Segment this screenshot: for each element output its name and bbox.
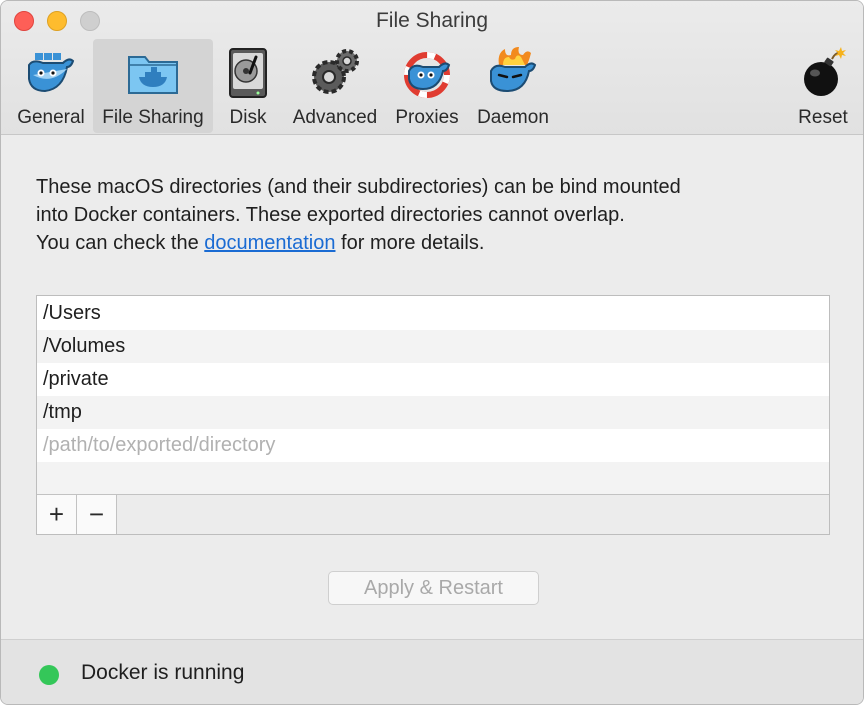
folder-whale-icon	[128, 56, 178, 94]
tab-general-label: General	[17, 107, 85, 128]
list-controls: + −	[37, 494, 829, 534]
description-line-2: into Docker containers. These exported d…	[36, 204, 625, 226]
new-directory-placeholder[interactable]: /path/to/exported/directory	[37, 429, 829, 462]
status-text: Docker is running	[81, 661, 245, 684]
apply-restart-button[interactable]: Apply & Restart	[328, 571, 539, 605]
directory-rows: /Users /Volumes /private /tmp /path/to/e…	[37, 297, 829, 495]
status-bar: Docker is running	[1, 639, 863, 704]
tab-advanced-label: Advanced	[292, 107, 378, 128]
tab-daemon[interactable]: Daemon	[473, 39, 553, 133]
reset-button[interactable]: Reset	[791, 39, 855, 133]
bomb-icon	[804, 47, 846, 96]
description-text: These macOS directories (and their subdi…	[36, 173, 836, 257]
shared-directories-list: /Users /Volumes /private /tmp /path/to/e…	[36, 295, 830, 535]
add-directory-button[interactable]: +	[37, 495, 77, 534]
status-indicator-icon	[39, 665, 59, 685]
tab-disk[interactable]: Disk	[219, 39, 277, 133]
tab-daemon-label: Daemon	[477, 107, 549, 128]
gears-icon	[312, 49, 359, 94]
reset-label: Reset	[798, 107, 848, 128]
description-line-3-after: for more details.	[335, 232, 485, 254]
tab-file-sharing-label: File Sharing	[102, 107, 204, 128]
whale-fire-icon	[490, 47, 537, 93]
tab-proxies-label: Proxies	[395, 107, 459, 128]
description-line-1: These macOS directories (and their subdi…	[36, 176, 681, 198]
list-item[interactable]: /private	[37, 363, 829, 396]
list-item[interactable]: /Volumes	[37, 330, 829, 363]
tab-advanced[interactable]: Advanced	[289, 39, 381, 133]
documentation-link[interactable]: documentation	[204, 232, 335, 254]
tab-disk-label: Disk	[229, 107, 267, 128]
preferences-window: File Sharing General File Sharing Disk A…	[0, 0, 864, 705]
description-line-3: You can check the documentation for more…	[36, 229, 836, 257]
empty-row	[37, 462, 829, 495]
docker-whale-icon	[28, 53, 75, 93]
whale-lifebuoy-icon	[404, 52, 451, 98]
list-item[interactable]: /tmp	[37, 396, 829, 429]
hard-disk-icon	[229, 48, 267, 98]
title-toolbar: File Sharing General File Sharing Disk A…	[1, 1, 863, 135]
tab-proxies[interactable]: Proxies	[391, 39, 463, 133]
description-line-3-before: You can check the	[36, 232, 205, 254]
tab-file-sharing[interactable]: File Sharing	[93, 39, 213, 133]
remove-directory-button[interactable]: −	[77, 495, 117, 534]
window-title: File Sharing	[375, 9, 489, 32]
tab-general[interactable]: General	[13, 39, 89, 133]
list-item[interactable]: /Users	[37, 297, 829, 330]
